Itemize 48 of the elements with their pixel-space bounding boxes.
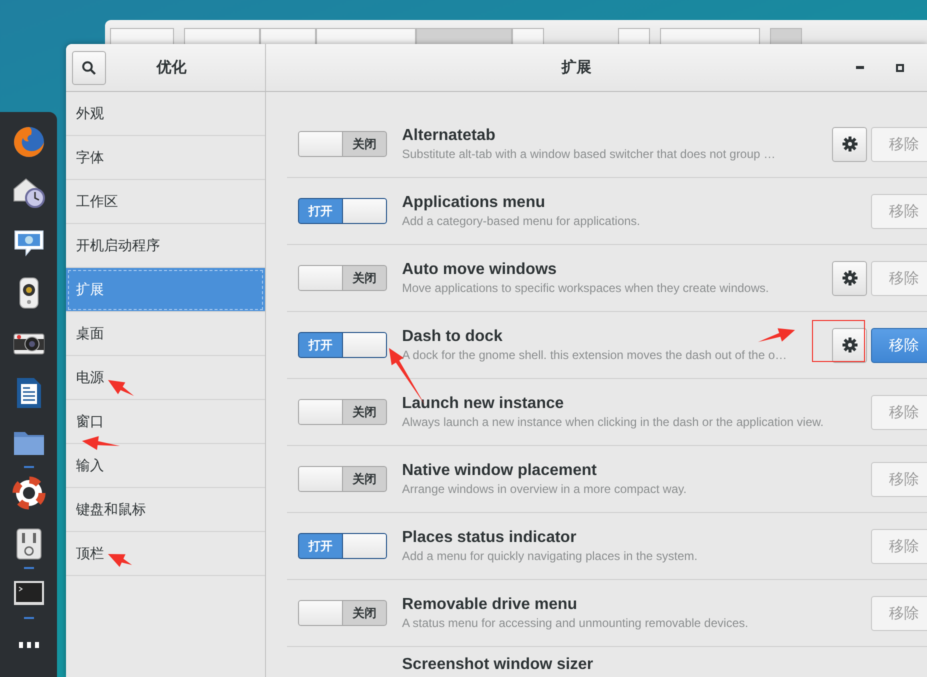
- extension-name: Applications menu: [402, 194, 546, 212]
- extension-description: Substitute alt-tab with a window based switcher that does not group …: [402, 147, 776, 161]
- settings-button[interactable]: [832, 260, 867, 296]
- extension-description: Add a category-based menu for applications.: [402, 214, 640, 228]
- extension-name: Dash to dock: [402, 328, 502, 346]
- annotation-arrow: [758, 328, 795, 342]
- settings-icon: [842, 270, 858, 286]
- toggle-switch[interactable]: 关闭: [298, 399, 387, 425]
- settings-icon: [842, 337, 858, 353]
- extension-description: Always launch a new instance when clicking in the dash or the application view.: [402, 415, 824, 429]
- maximize-icon: [896, 64, 904, 72]
- dock-app-button[interactable]: [12, 476, 46, 510]
- sidebar-item[interactable]: 键盘和鼠标: [66, 488, 265, 532]
- sidebar-item[interactable]: 工作区: [66, 180, 265, 224]
- sidebar-title: 优化: [155, 58, 188, 77]
- toggle-switch[interactable]: 关闭: [298, 265, 387, 291]
- extension-description: Add a menu for quickly navigating places in the system.: [402, 549, 698, 563]
- extension-description: A dock for the gnome shell. this extension moves the dash out of the o…: [402, 348, 787, 362]
- annotation-arrow: [108, 554, 132, 567]
- settings-icon: [842, 136, 858, 152]
- annotation-arrow: [108, 380, 134, 396]
- globe-icon: [12, 125, 46, 159]
- toggle-switch[interactable]: 关闭: [298, 131, 387, 157]
- annotation-arrow: [82, 436, 120, 450]
- sidebar-item[interactable]: 外观: [66, 92, 265, 136]
- extension-name: Places status indicator: [402, 529, 576, 547]
- highlight-box: [812, 320, 865, 362]
- app-grid-icon: [16, 640, 40, 648]
- extension-description: Move applications to specific workspaces when they create windows.: [402, 281, 769, 295]
- minimize-icon: [856, 66, 864, 69]
- lifebuoy-icon: [12, 476, 46, 510]
- window-title: 扩展: [560, 58, 592, 77]
- extension-name: Launch new instance: [402, 395, 564, 413]
- toggle-switch[interactable]: 关闭: [298, 466, 387, 492]
- sidebar-item[interactable]: 桌面: [66, 312, 265, 356]
- extension-name: Native window placement: [402, 462, 597, 480]
- extension-description: A status menu for accessing and unmounting removable devices.: [402, 616, 748, 630]
- settings-button[interactable]: [832, 328, 867, 362]
- extension-name: Removable drive menu: [402, 596, 578, 614]
- settings-button[interactable]: [832, 126, 867, 162]
- toggle-switch[interactable]: 关闭: [298, 600, 387, 626]
- extension-name: Screenshot window sizer: [402, 656, 594, 674]
- search-button[interactable]: [72, 50, 106, 84]
- extension-name: Auto move windows: [402, 261, 557, 279]
- search-icon: [82, 60, 96, 74]
- extension-name: Alternatetab: [402, 127, 496, 145]
- sidebar-item[interactable]: 字体: [66, 136, 265, 180]
- extension-description: Arrange windows in overview in a more compact way.: [402, 482, 687, 496]
